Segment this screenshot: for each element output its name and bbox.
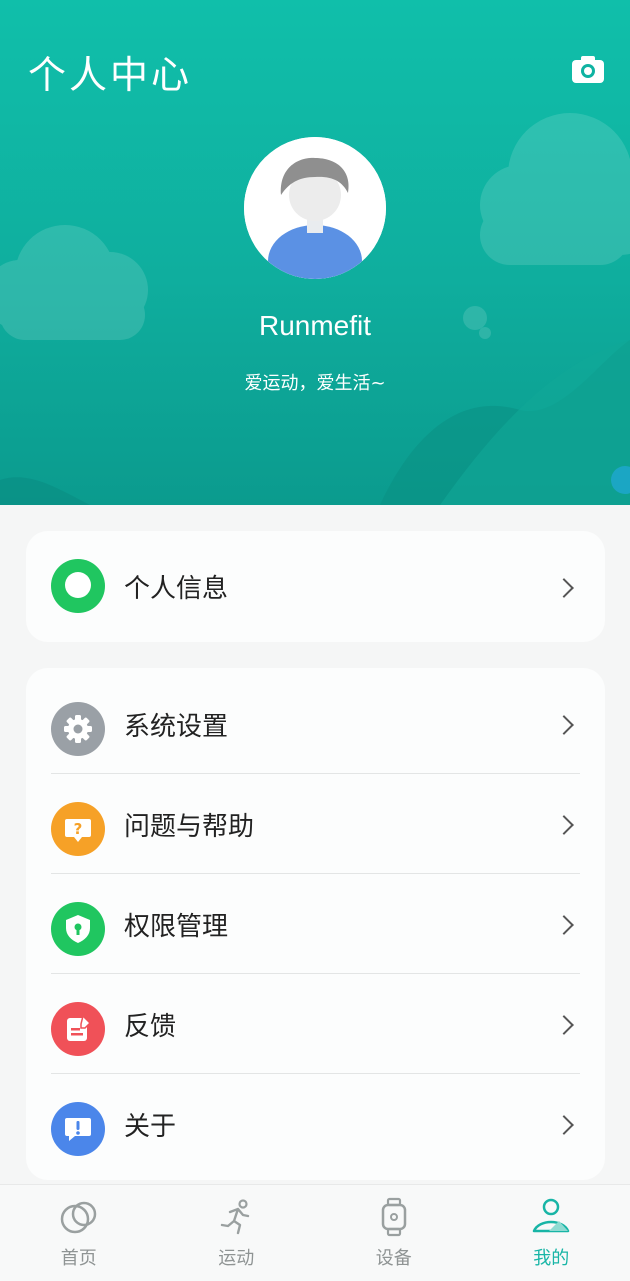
settings-menu-card: 系统设置 ? 问题与帮助 权限管理 — [26, 668, 605, 1180]
question-icon: ? — [51, 802, 105, 856]
chevron-right-icon — [554, 578, 574, 598]
nav-item-mine[interactable]: 我的 — [473, 1185, 630, 1281]
chevron-right-icon — [554, 815, 574, 835]
menu-item-label: 关于 — [124, 1074, 176, 1174]
menu-item-label: 个人信息 — [124, 531, 228, 642]
feedback-edit-icon — [51, 1002, 105, 1056]
bottom-navigation: 首页 运动 设备 我的 — [0, 1184, 630, 1281]
page-title: 个人中心 — [28, 44, 192, 99]
nav-label: 运动 — [158, 1244, 316, 1270]
home-circles-icon — [59, 1197, 99, 1237]
camera-button[interactable] — [568, 50, 608, 90]
menu-item-help[interactable]: ? 问题与帮助 — [26, 774, 605, 874]
chevron-right-icon — [554, 1115, 574, 1135]
info-exclaim-icon — [51, 1102, 105, 1156]
nav-item-device[interactable]: 设备 — [315, 1185, 473, 1281]
nav-label: 我的 — [473, 1244, 630, 1270]
chevron-right-icon — [554, 915, 574, 935]
menu-item-label: 问题与帮助 — [124, 774, 254, 874]
menu-item-feedback[interactable]: 反馈 — [26, 974, 605, 1074]
menu-item-label: 系统设置 — [124, 674, 228, 774]
menu-item-profile-info[interactable]: 个人信息 — [26, 531, 605, 642]
username: Runmefit — [0, 310, 630, 342]
chevron-right-icon — [554, 715, 574, 735]
nav-label: 设备 — [315, 1244, 473, 1270]
menu-item-about[interactable]: 关于 — [26, 1074, 605, 1174]
menu-item-permissions[interactable]: 权限管理 — [26, 874, 605, 974]
gear-icon — [51, 702, 105, 756]
camera-icon — [568, 50, 608, 90]
menu-item-label: 反馈 — [124, 974, 176, 1074]
watch-icon — [374, 1197, 414, 1237]
profile-icon — [51, 559, 105, 613]
profile-info-card: 个人信息 — [26, 531, 605, 642]
runner-icon — [216, 1197, 256, 1237]
avatar[interactable] — [244, 137, 386, 279]
nav-item-home[interactable]: 首页 — [0, 1185, 158, 1281]
nav-label: 首页 — [0, 1244, 158, 1270]
user-mountain-icon — [531, 1197, 571, 1237]
chevron-right-icon — [554, 1015, 574, 1035]
default-avatar-icon — [244, 137, 386, 279]
shield-lock-icon — [51, 902, 105, 956]
profile-header: 个人中心 Runmefit 爱运动，爱生活~ — [0, 0, 630, 505]
nav-item-sport[interactable]: 运动 — [158, 1185, 316, 1281]
menu-item-label: 权限管理 — [124, 874, 228, 974]
menu-item-system-settings[interactable]: 系统设置 — [26, 674, 605, 774]
user-bio: 爱运动，爱生活~ — [0, 369, 630, 395]
svg-text:?: ? — [74, 820, 83, 838]
